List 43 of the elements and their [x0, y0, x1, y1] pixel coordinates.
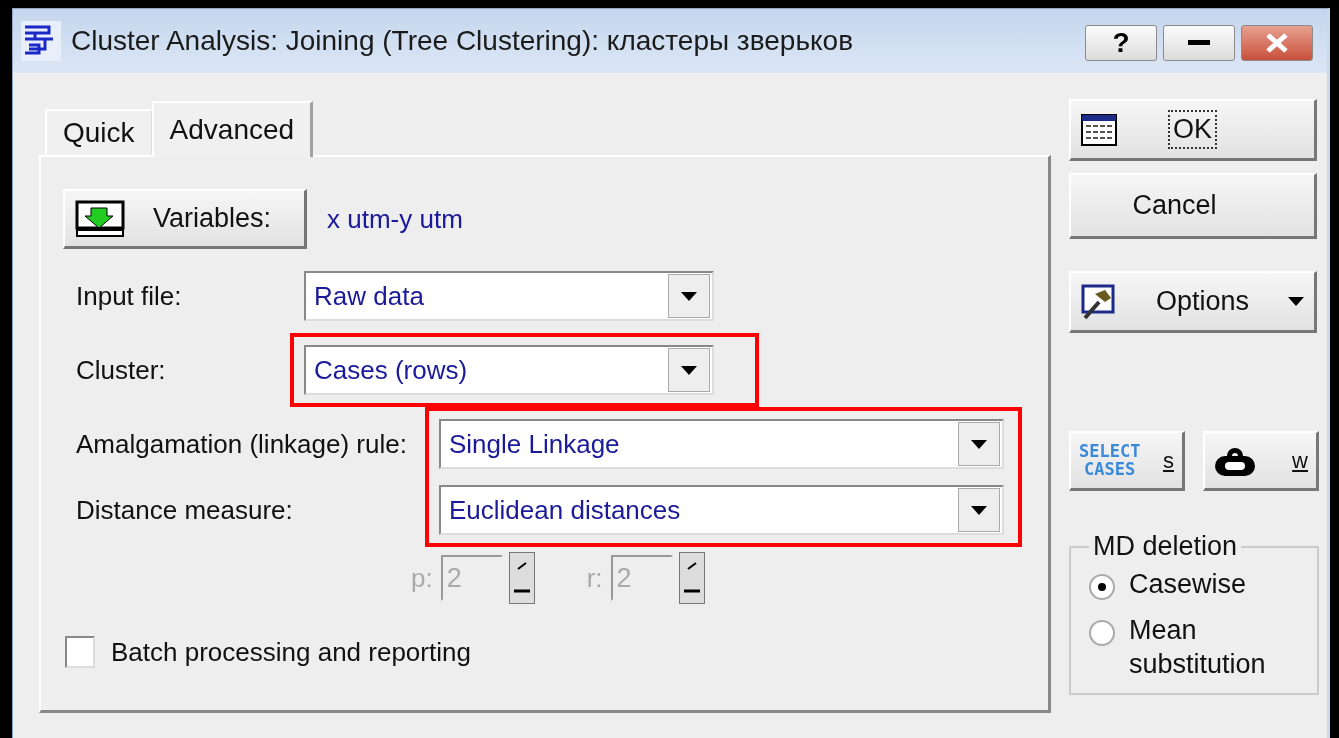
dropdown[interactable]: Raw data	[304, 271, 714, 321]
radio-button[interactable]	[1089, 574, 1115, 600]
window-title: Cluster Analysis: Joining (Tree Clustering): кластеры зверьков	[71, 25, 854, 57]
dropdown-arrow-icon	[681, 291, 697, 301]
spreadsheet-icon	[1081, 113, 1117, 146]
minimize-button[interactable]	[1163, 25, 1235, 61]
field-label: Cluster:	[76, 353, 167, 387]
dropdown[interactable]: Single Linkage	[439, 419, 1004, 469]
field-label: Amalgamation (linkage) rule:	[76, 427, 408, 461]
parameter-label: p:	[411, 561, 433, 595]
variables-value: x utm-y utm	[327, 203, 463, 235]
radio-label: Mean substitution	[1129, 613, 1267, 681]
close-icon	[1265, 33, 1289, 53]
minimize-icon	[1188, 40, 1210, 46]
group-title: MD deletion	[1092, 531, 1239, 562]
hammer-icon	[1081, 283, 1117, 320]
radio-label: Casewise	[1129, 568, 1247, 601]
field-label: Input file:	[76, 279, 183, 313]
variables-button[interactable]: Variables:	[63, 189, 307, 249]
dropdown[interactable]: Euclidean distances	[439, 485, 1004, 535]
select-cases-button[interactable]: SELECT CASES s	[1069, 431, 1185, 491]
parameter-label: r:	[586, 561, 603, 595]
cancel-button[interactable]: Cancel	[1069, 173, 1317, 239]
close-button[interactable]	[1241, 25, 1313, 61]
dropdown[interactable]: Cases (rows)	[304, 345, 714, 395]
tab[interactable]: Advanced	[151, 101, 314, 157]
weight-button[interactable]: w	[1203, 431, 1319, 491]
spinner[interactable]	[678, 552, 705, 604]
checkbox-label: Batch processing and reporting	[111, 635, 471, 669]
help-button[interactable]: ?	[1085, 25, 1157, 61]
dropdown-arrow-icon	[1288, 297, 1304, 306]
tree-diagram-icon	[21, 21, 61, 61]
field-label: Distance measure:	[76, 493, 294, 527]
spinner[interactable]	[508, 552, 535, 604]
dropdown-arrow-icon	[971, 439, 987, 449]
ok-button[interactable]: OK	[1069, 99, 1317, 161]
options-button[interactable]: Options	[1069, 271, 1317, 333]
radio-button[interactable]	[1089, 619, 1115, 646]
checkbox[interactable]	[65, 636, 95, 668]
dropdown-arrow-icon	[971, 505, 987, 515]
variables-icon	[75, 199, 125, 238]
dropdown-arrow-icon	[681, 365, 697, 375]
tab[interactable]: Quick	[45, 109, 152, 155]
